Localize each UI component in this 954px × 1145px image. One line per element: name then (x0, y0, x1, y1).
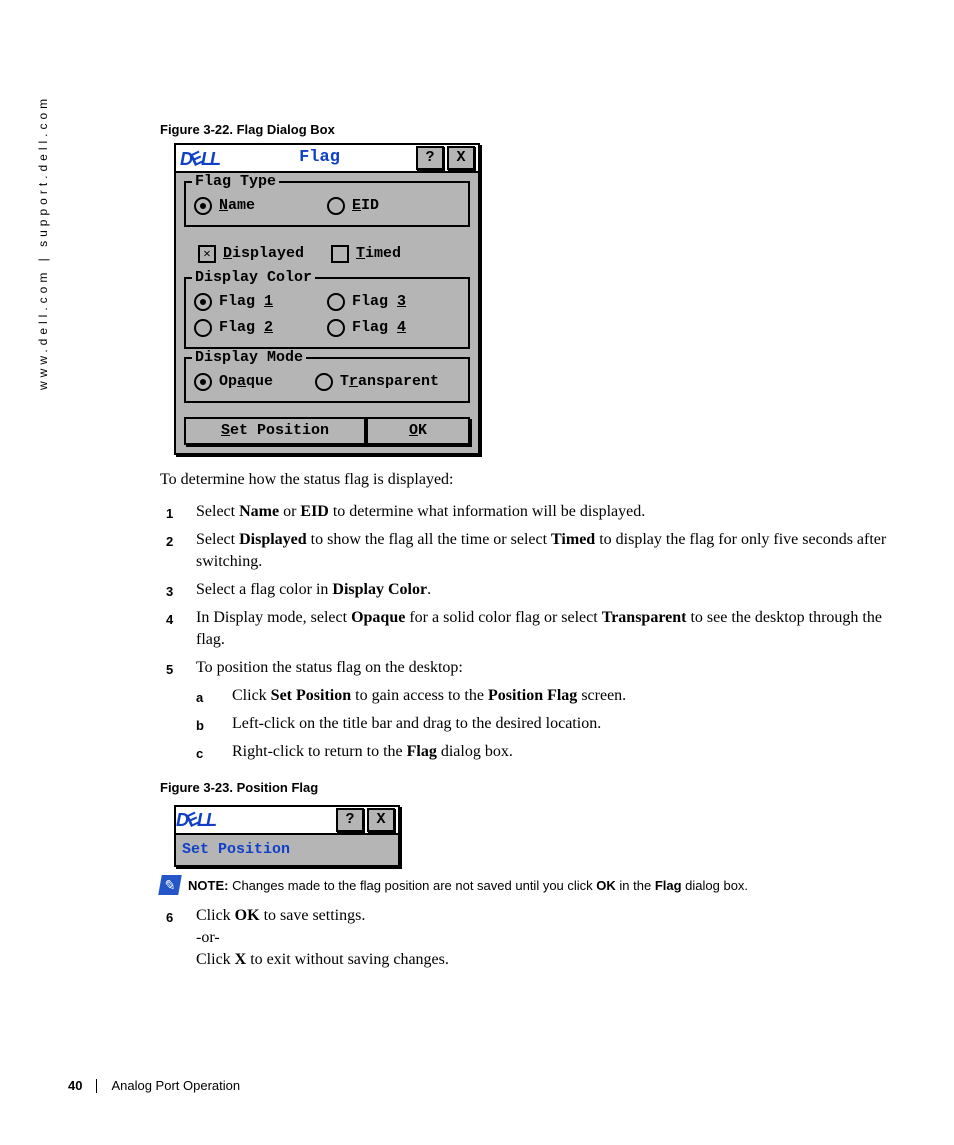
group-display-mode-legend: Display Mode (192, 349, 306, 367)
group-flag-type-legend: Flag Type (192, 173, 279, 191)
step6-line3: Click X to exit without saving changes. (196, 951, 449, 968)
page-number: 40 (68, 1078, 82, 1093)
step: 2Select Displayed to show the flag all t… (160, 529, 900, 573)
step-text: To position the status flag on the deskt… (196, 659, 463, 676)
figure-caption-1: Figure 3-22. Flag Dialog Box (160, 122, 900, 137)
substep-list: aClick Set Position to gain access to th… (196, 685, 900, 763)
radio-opaque[interactable]: Opaque (194, 373, 315, 391)
flag-dialog-titlebar[interactable]: DELL Flag ? X (176, 145, 478, 173)
substep-text: Right-click to return to the Flag dialog… (232, 743, 513, 760)
note: ✎ NOTE: Changes made to the flag positio… (160, 875, 900, 897)
step: 4In Display mode, select Opaque for a so… (160, 607, 900, 651)
radio-flag-3[interactable]: Flag 3 (327, 293, 460, 311)
substep: bLeft-click on the title bar and drag to… (196, 713, 900, 735)
position-flag-body: Set Position (176, 835, 398, 865)
group-display-color-legend: Display Color (192, 269, 315, 287)
substep-text: Left-click on the title bar and drag to … (232, 715, 601, 732)
check-timed[interactable]: Timed (331, 245, 464, 263)
intro-text: To determine how the status flag is disp… (160, 469, 900, 491)
step: 5To position the status flag on the desk… (160, 657, 900, 763)
dell-logo-icon: DELL (176, 809, 215, 831)
side-url: www.dell.com | support.dell.com (36, 110, 56, 390)
radio-dot-icon (194, 373, 212, 391)
checkbox-icon (198, 245, 216, 263)
radio-name[interactable]: Name (194, 197, 327, 215)
flag-dialog: DELL Flag ? X Flag Type Name EID (174, 143, 480, 455)
radio-flag-2[interactable]: Flag 2 (194, 319, 327, 337)
ok-button[interactable]: OK (366, 417, 470, 445)
radio-transparent[interactable]: Transparent (315, 373, 460, 391)
help-icon[interactable]: ? (336, 808, 364, 832)
radio-flag-1[interactable]: Flag 1 (194, 293, 327, 311)
radio-flag-4[interactable]: Flag 4 (327, 319, 460, 337)
note-text: NOTE: Changes made to the flag position … (188, 875, 748, 897)
close-icon[interactable]: X (367, 808, 395, 832)
step-text: Select a flag color in Display Color. (196, 581, 431, 598)
position-flag-dialog: DELL ? X Set Position (174, 805, 400, 867)
radio-dot-icon (327, 197, 345, 215)
body-text: To determine how the status flag is disp… (160, 469, 900, 971)
radio-eid[interactable]: EID (327, 197, 460, 215)
dell-logo-icon: DELL (180, 150, 219, 168)
radio-dot-icon (327, 319, 345, 337)
note-icon: ✎ (158, 875, 182, 895)
step6-line1: Click OK to save settings. (196, 907, 365, 924)
step-list: 1Select Name or EID to determine what in… (160, 501, 900, 763)
group-display-color: Display Color Flag 1 Flag 3 Flag 2 (184, 277, 470, 349)
set-position-button[interactable]: Set Position (184, 417, 366, 445)
check-displayed[interactable]: Displayed (198, 245, 331, 263)
step-text: Select Displayed to show the flag all th… (196, 531, 886, 570)
step-6: 6 Click OK to save settings. -or- Click … (160, 905, 900, 971)
group-display-mode: Display Mode Opaque Transparent (184, 357, 470, 403)
substep: cRight-click to return to the Flag dialo… (196, 741, 900, 763)
step6-line2: -or- (196, 929, 220, 946)
checkbox-icon (331, 245, 349, 263)
footer-divider (96, 1079, 97, 1093)
step: 3Select a flag color in Display Color. (160, 579, 900, 601)
page: { "side_url": "www.dell.com | support.de… (0, 0, 954, 1145)
content-area: Figure 3-22. Flag Dialog Box DELL Flag ?… (160, 120, 900, 977)
step-text: Select Name or EID to determine what inf… (196, 503, 645, 520)
figure-caption-2: Figure 3-23. Position Flag (160, 777, 900, 799)
page-footer: 40 Analog Port Operation (68, 1078, 240, 1093)
radio-dot-icon (194, 293, 212, 311)
flag-dialog-title: Flag (223, 149, 416, 167)
radio-dot-icon (315, 373, 333, 391)
section-title: Analog Port Operation (111, 1078, 240, 1093)
close-icon[interactable]: X (447, 146, 475, 170)
radio-dot-icon (194, 197, 212, 215)
radio-dot-icon (327, 293, 345, 311)
step: 1Select Name or EID to determine what in… (160, 501, 900, 523)
substep-text: Click Set Position to gain access to the… (232, 687, 626, 704)
group-flag-type: Flag Type Name EID (184, 181, 470, 227)
help-icon[interactable]: ? (416, 146, 444, 170)
position-flag-titlebar[interactable]: DELL ? X (176, 807, 398, 835)
substep: aClick Set Position to gain access to th… (196, 685, 900, 707)
radio-dot-icon (194, 319, 212, 337)
step-text: In Display mode, select Opaque for a sol… (196, 609, 882, 648)
